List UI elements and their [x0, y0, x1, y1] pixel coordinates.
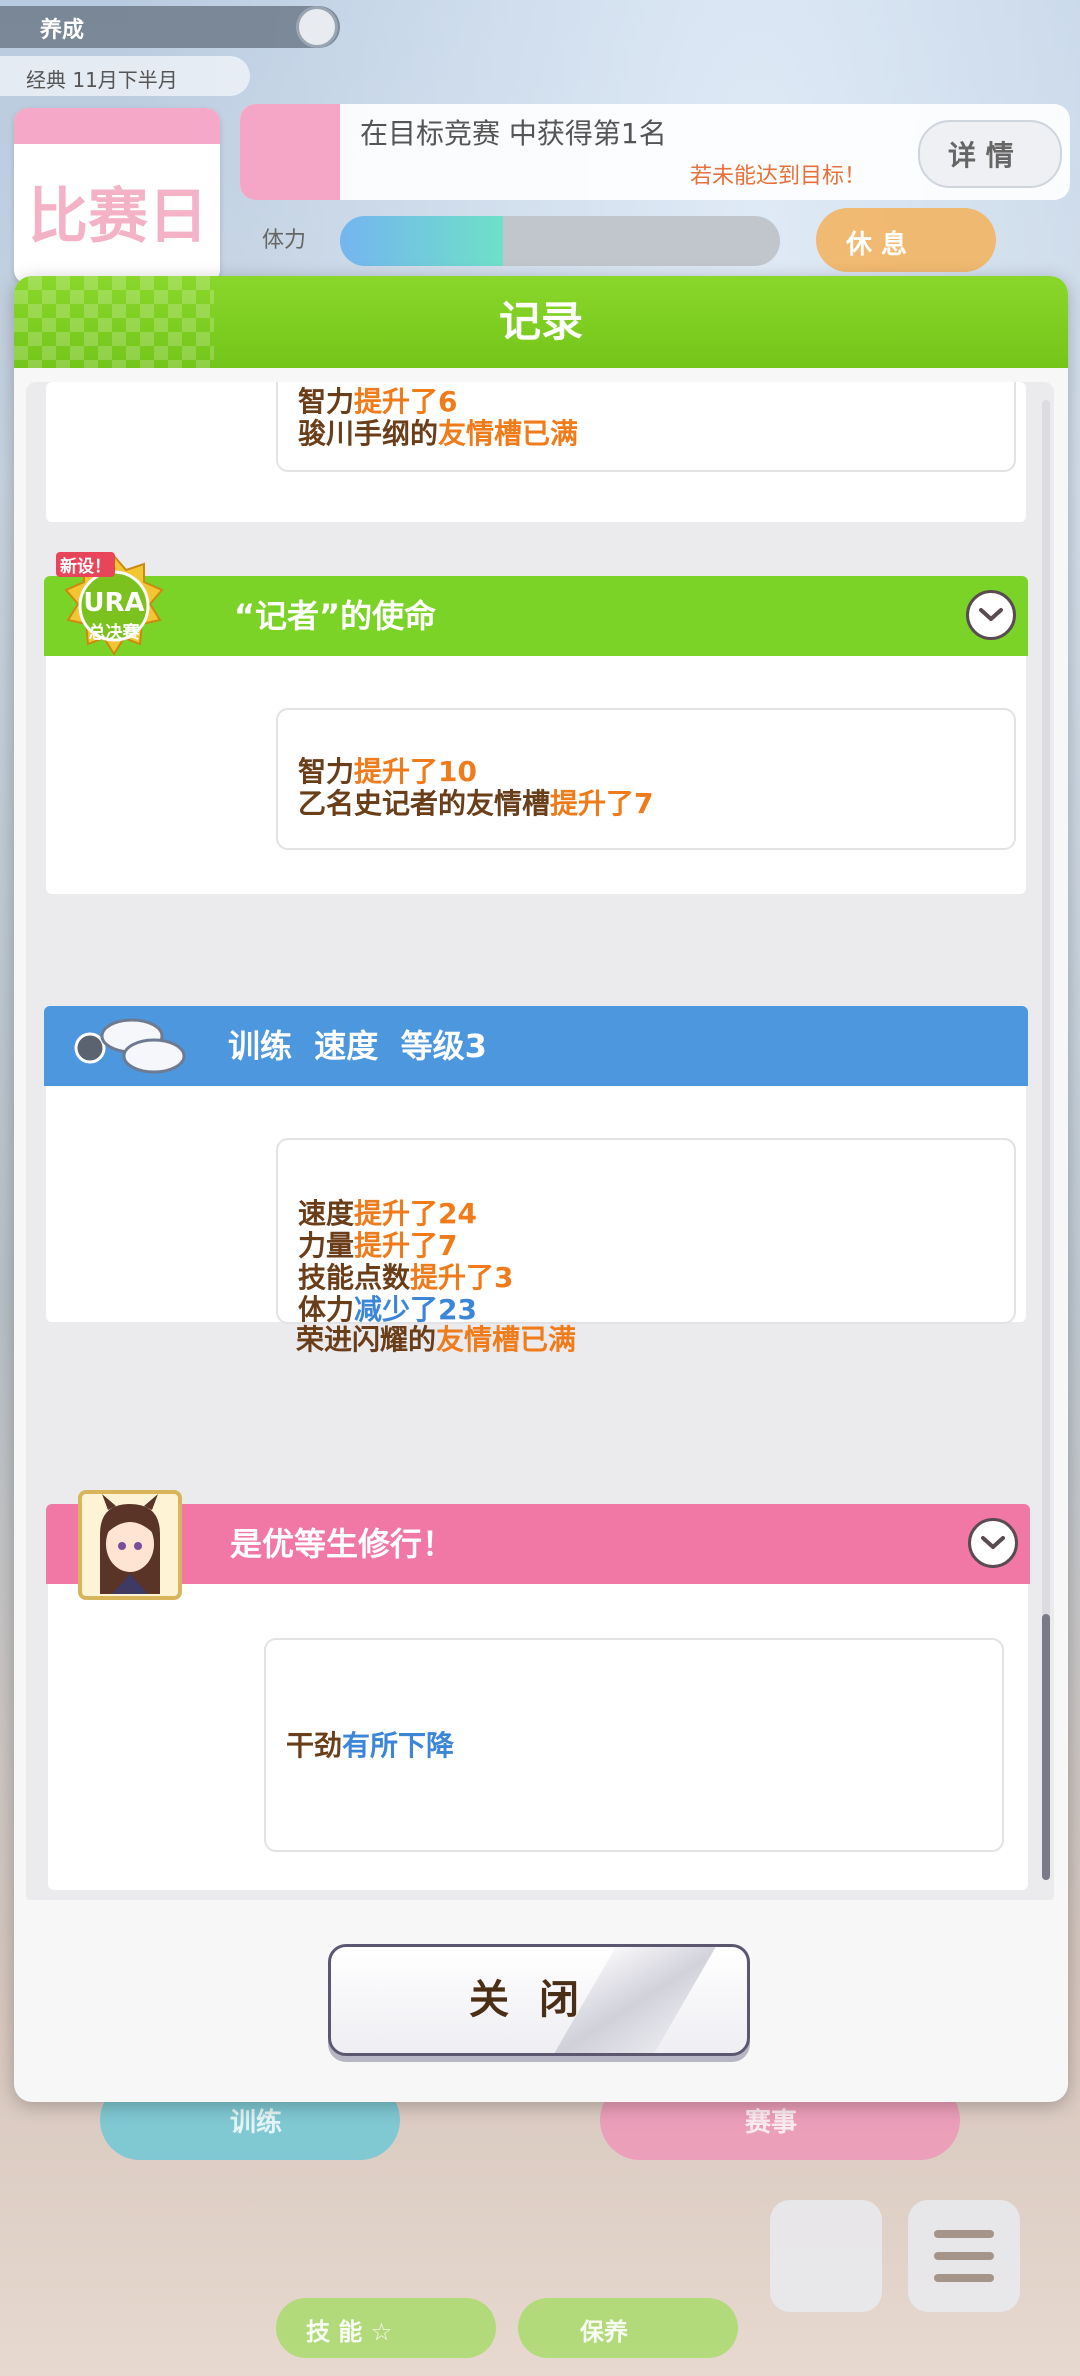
result-line: 智力提升了10	[298, 755, 477, 788]
result-line: 骏川手纲的友情槽已满	[298, 417, 579, 450]
result-line: 速度提升了24	[298, 1197, 477, 1230]
event-title: 训练 速度 等级3	[228, 1027, 487, 1065]
character-chibi-icon	[770, 2200, 882, 2312]
turn-info-label: 经典 11月下半月	[26, 68, 178, 92]
ura-finals-badge-icon: 新设！ URA 总决赛	[54, 552, 174, 662]
info-circle-icon	[296, 6, 338, 48]
close-button-label: 关闭	[469, 1977, 609, 2023]
event-banner-training: 训练 速度 等级3	[44, 1006, 1028, 1086]
calendar-label: 比赛日	[28, 182, 208, 252]
dialog-header: 记录	[14, 276, 1068, 368]
character-portrait-icon	[78, 1490, 182, 1600]
goal-detail-label: 详 情	[948, 139, 1014, 172]
result-line: 技能点数提升了3	[298, 1261, 514, 1294]
result-line: 乙名史记者的友情槽提升了7	[298, 787, 654, 820]
result-line: 智力提升了6	[298, 385, 458, 418]
chevron-down-icon[interactable]	[966, 590, 1016, 640]
calendar-header	[14, 108, 220, 144]
event-banner-reporter[interactable]: “记者”的使命	[44, 576, 1028, 656]
goal-tag	[240, 104, 340, 200]
menu-icon	[908, 2200, 1020, 2312]
skill-button-label: 技 能 ☆	[306, 2318, 393, 2346]
infirmary-button	[518, 2298, 738, 2358]
result-line: 体力减少了23	[298, 1293, 477, 1326]
log-entry-previous: 智力提升了6 骏川手纲的友情槽已满	[46, 382, 1026, 522]
training-menu-label: 训练	[230, 2108, 283, 2138]
energy-bar-fill	[340, 216, 503, 266]
chevron-down-icon[interactable]	[968, 1518, 1018, 1568]
training-shoes-icon	[70, 1002, 190, 1086]
close-button[interactable]: 关闭	[328, 1944, 750, 2056]
badge-text-mid: URA	[83, 588, 145, 618]
dialog-title: 记录	[498, 297, 583, 346]
result-box: 干劲有所下降	[264, 1638, 1004, 1852]
rest-button-label: 休 息	[846, 230, 908, 260]
result-line: 荣进闪耀的友情槽已满	[296, 1323, 577, 1356]
top-status-label: 养成	[40, 18, 85, 43]
goal-text: 在目标竞赛 中获得第1名	[360, 117, 667, 150]
infirmary-button-label: 保养	[580, 2318, 628, 2346]
result-line: 干劲有所下降	[286, 1729, 455, 1762]
result-box: 智力提升了6 骏川手纲的友情槽已满	[276, 382, 1016, 472]
event-banner-honor-student[interactable]: 是优等生修行！	[46, 1504, 1030, 1584]
result-box: 速度提升了24 力量提升了7 技能点数提升了3 体力减少了23	[276, 1138, 1016, 1326]
race-menu-label: 赛事	[745, 2108, 798, 2138]
scrollbar-thumb[interactable]	[1042, 1614, 1050, 1880]
event-title: “记者”的使命	[234, 597, 437, 635]
badge-text-bottom: 总决赛	[88, 623, 140, 643]
energy-bar	[340, 216, 780, 266]
badge-text-top: 新设！	[56, 552, 115, 577]
event-title: 是优等生修行！	[230, 1525, 455, 1563]
goal-subtext: 若未能达到目标！	[690, 164, 867, 189]
energy-label: 体力	[262, 228, 307, 253]
result-line: 力量提升了7	[298, 1229, 458, 1262]
result-box: 智力提升了10 乙名史记者的友情槽提升了7	[276, 708, 1016, 850]
